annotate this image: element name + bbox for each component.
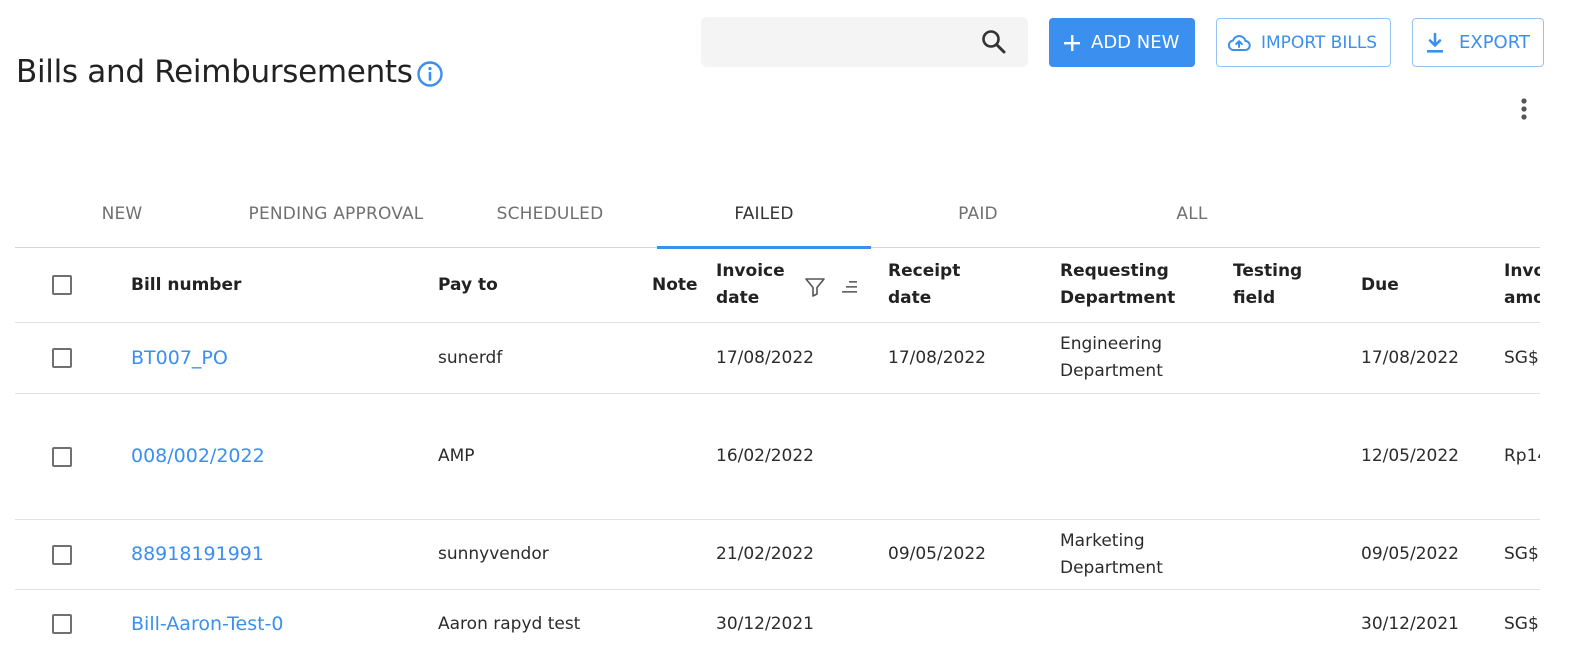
- table-row[interactable]: 008/002/2022 AMP 16/02/2022 12/05/2022 R…: [15, 394, 1540, 520]
- row-checkbox[interactable]: [52, 544, 72, 565]
- pay-to-cell: Aaron rapyd test: [438, 613, 581, 634]
- receipt-date-cell: 09/05/2022: [888, 544, 986, 564]
- bill-number-link[interactable]: 008/002/2022: [131, 394, 265, 519]
- row-checkbox[interactable]: [52, 614, 72, 634]
- receipt-date-cell: 17/08/2022: [888, 347, 986, 368]
- row-checkbox[interactable]: [52, 446, 72, 467]
- add-new-label: ADD NEW: [1091, 32, 1180, 53]
- column-header-pay-to[interactable]: Pay to: [438, 248, 498, 322]
- due-cell: 30/12/2021: [1361, 613, 1459, 634]
- due-cell: 09/05/2022: [1361, 544, 1459, 564]
- row-checkbox[interactable]: [52, 348, 72, 368]
- export-label: EXPORT: [1459, 32, 1530, 53]
- invoice-amount-cell: SG$: [1504, 347, 1539, 368]
- pay-to-cell: AMP: [438, 446, 475, 466]
- plus-icon: [1064, 34, 1080, 51]
- invoice-date-cell: 16/02/2022: [716, 446, 814, 466]
- row-checkbox-cell: [52, 394, 72, 519]
- status-tabs: NEW PENDING APPROVAL SCHEDULED FAILED PA…: [15, 190, 1540, 249]
- row-checkbox-cell: [52, 520, 72, 589]
- export-button[interactable]: EXPORT: [1412, 18, 1544, 67]
- column-header-testing-field[interactable]: Testing field: [1233, 248, 1315, 322]
- due-cell: 17/08/2022: [1361, 347, 1459, 368]
- select-all-checkbox[interactable]: [52, 275, 72, 295]
- tab-failed[interactable]: FAILED: [657, 190, 871, 249]
- requesting-department-cell: Engineering Department: [1060, 334, 1163, 381]
- bill-number-link[interactable]: 88918191991: [131, 520, 264, 589]
- download-icon: [1427, 32, 1443, 53]
- requesting-department-cell: [1060, 590, 1190, 658]
- filter-icon[interactable]: [804, 276, 826, 298]
- requesting-department-cell: [1060, 394, 1190, 519]
- column-header-note[interactable]: Note: [652, 248, 698, 322]
- invoice-amount-cell: SG$: [1504, 544, 1539, 564]
- pay-to-cell: sunerdf: [438, 347, 503, 368]
- table-row[interactable]: BT007_PO sunerdf 17/08/2022 17/08/2022 E…: [15, 323, 1540, 394]
- cloud-upload-icon: [1227, 34, 1251, 51]
- bill-number-link[interactable]: Bill-Aaron-Test-0: [131, 590, 283, 658]
- bill-number-link[interactable]: BT007_PO: [131, 323, 228, 393]
- pay-to-cell: sunnyvendor: [438, 544, 549, 564]
- import-bills-button[interactable]: IMPORT BILLS: [1216, 18, 1391, 67]
- sort-icon[interactable]: [839, 276, 861, 298]
- column-header-invoice-date[interactable]: Invoice date: [716, 248, 788, 322]
- search-box: [701, 17, 1028, 67]
- table-row[interactable]: Bill-Aaron-Test-0 Aaron rapyd test 30/12…: [15, 590, 1540, 658]
- search-input[interactable]: [701, 17, 971, 67]
- tab-scheduled[interactable]: SCHEDULED: [443, 190, 657, 247]
- add-new-button[interactable]: ADD NEW: [1049, 18, 1195, 67]
- page-title: Bills and Reimbursements: [16, 54, 413, 90]
- requesting-department-cell: Marketing Department: [1060, 530, 1163, 578]
- invoice-amount-cell: SG$: [1504, 613, 1539, 634]
- invoice-date-cell: 17/08/2022: [716, 347, 814, 368]
- due-cell: 12/05/2022: [1361, 446, 1459, 466]
- table-row[interactable]: 88918191991 sunnyvendor 21/02/2022 09/05…: [15, 520, 1540, 590]
- invoice-amount-cell: Rp14: [1504, 446, 1540, 466]
- bills-table: Bill number Pay to Note Invoice date Rec…: [15, 248, 1540, 662]
- search-icon[interactable]: [980, 28, 1008, 56]
- column-header-bill-number[interactable]: Bill number: [131, 248, 241, 322]
- column-header-receipt-date[interactable]: Receipt date: [888, 248, 968, 322]
- column-header-invoice-amount[interactable]: Invoice amount: [1504, 248, 1540, 322]
- select-all-cell: [52, 248, 72, 322]
- column-header-due[interactable]: Due: [1361, 248, 1399, 322]
- invoice-date-cell: 21/02/2022: [716, 544, 814, 564]
- column-header-requesting-department[interactable]: Requesting Department: [1060, 248, 1190, 322]
- kebab-menu-icon[interactable]: [1514, 96, 1534, 124]
- table-header-row: Bill number Pay to Note Invoice date Rec…: [15, 248, 1540, 323]
- row-checkbox-cell: [52, 323, 72, 393]
- row-checkbox-cell: [52, 590, 72, 658]
- tab-new[interactable]: NEW: [15, 190, 229, 247]
- tab-pending-approval[interactable]: PENDING APPROVAL: [229, 190, 443, 247]
- tab-paid[interactable]: PAID: [871, 190, 1085, 247]
- import-bills-label: IMPORT BILLS: [1261, 32, 1378, 53]
- info-circle-icon[interactable]: [416, 60, 444, 88]
- invoice-date-cell: 30/12/2021: [716, 613, 814, 634]
- tab-all[interactable]: ALL: [1085, 190, 1299, 247]
